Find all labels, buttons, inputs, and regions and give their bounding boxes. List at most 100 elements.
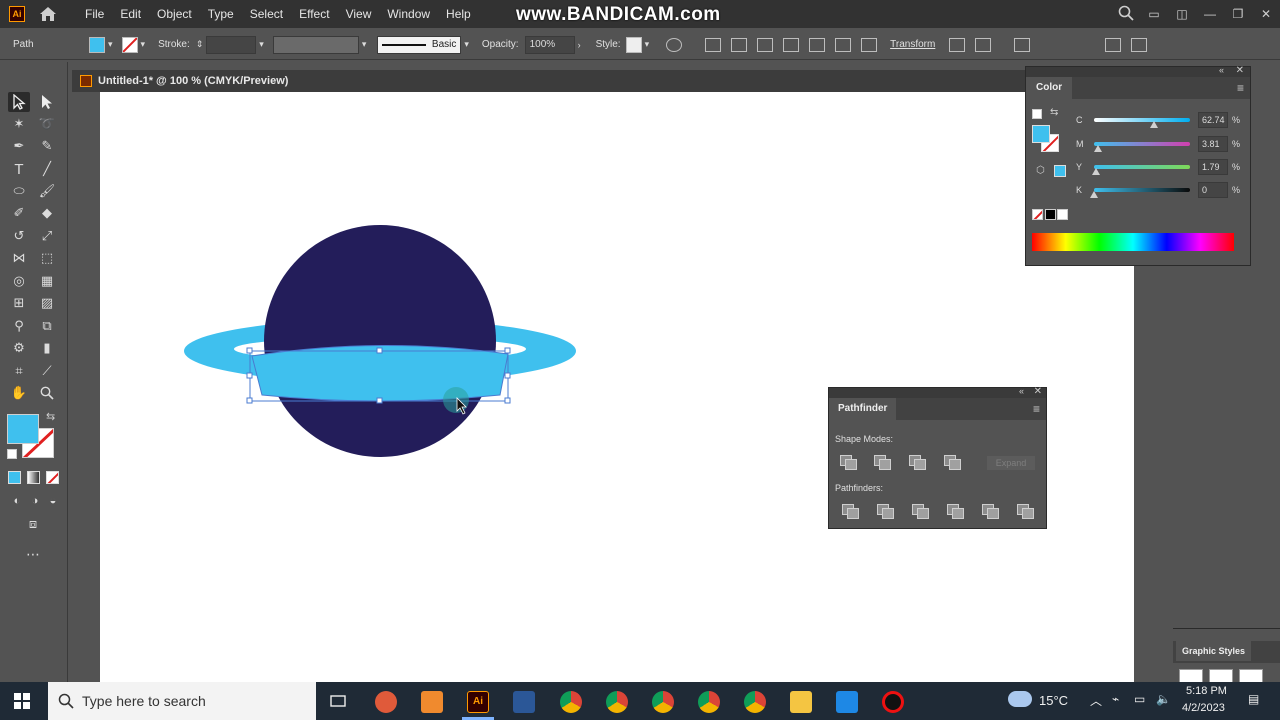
tab-graphic-styles[interactable]: Graphic Styles [1176, 641, 1252, 661]
weather-temp[interactable]: 15°C [1039, 693, 1068, 708]
workspace-icon[interactable]: ◫ [1168, 7, 1196, 21]
black-track[interactable] [1090, 188, 1190, 198]
windows-start-icon[interactable] [14, 693, 30, 712]
out-of-gamut-icon[interactable]: ⬡ [1036, 165, 1045, 176]
draw-inside-icon[interactable]: ◒ [42, 491, 64, 511]
chrome-icon[interactable] [744, 691, 766, 713]
volume-icon[interactable]: 🔈 [1156, 692, 1171, 706]
type-tool-icon[interactable]: T [8, 159, 30, 179]
stroke-weight-stepper[interactable]: ⇕ [196, 39, 204, 50]
home-icon[interactable] [37, 3, 59, 25]
menu-select[interactable]: Select [242, 0, 291, 28]
clock-time[interactable]: 5:18 PM [1186, 685, 1227, 697]
menu-type[interactable]: Type [200, 0, 242, 28]
chevron-down-icon[interactable]: ▾ [108, 39, 113, 50]
black-swatch[interactable] [1045, 209, 1056, 220]
graphic-style-thumb[interactable] [1179, 669, 1203, 683]
taskbar-search[interactable]: Type here to search [48, 682, 316, 720]
gamut-swatch[interactable] [1054, 165, 1066, 177]
color-spectrum[interactable] [1032, 233, 1234, 251]
zoom-tool-icon[interactable] [36, 383, 58, 403]
symbol-sprayer-icon[interactable]: ⚙ [8, 338, 30, 358]
transform-link[interactable]: Transform [890, 39, 935, 50]
align-left-icon[interactable] [731, 37, 748, 52]
selection-tool-icon[interactable] [8, 92, 30, 112]
collapse-icon[interactable]: « [1219, 65, 1224, 75]
eyedropper-icon[interactable]: ⚲ [8, 316, 30, 336]
document-tab[interactable]: Untitled-1* @ 100 % (CMYK/Preview) [72, 70, 1027, 92]
cyan-thumb[interactable] [1150, 121, 1159, 128]
tab-color[interactable]: Color [1026, 77, 1073, 99]
panel-menu-icon[interactable]: ≡ [1237, 81, 1244, 95]
menu-help[interactable]: Help [438, 0, 479, 28]
slider-cyan[interactable]: C 62.74 % [1076, 109, 1246, 131]
minus-front-icon[interactable] [874, 455, 891, 470]
fill-swatch[interactable] [89, 36, 105, 53]
chrome-icon[interactable] [606, 691, 628, 713]
shaper-tool-icon[interactable]: ✐ [8, 203, 30, 223]
network-icon[interactable]: ⌁ [1112, 692, 1119, 706]
bandicam-icon[interactable] [882, 691, 904, 713]
screen-mode-icon[interactable]: ⧈ [22, 514, 44, 534]
crop-icon[interactable] [947, 504, 964, 519]
gradient-tool-icon[interactable]: ▨ [36, 293, 58, 313]
none-swatch[interactable] [1032, 209, 1043, 220]
align-center-icon[interactable] [757, 37, 774, 52]
lasso-icon[interactable]: ➰ [36, 114, 58, 134]
chevron-down-icon[interactable]: ▾ [464, 39, 469, 50]
chevron-down-icon[interactable]: ▾ [645, 39, 650, 50]
isolate-icon[interactable] [949, 37, 966, 52]
unite-icon[interactable] [840, 455, 857, 470]
direct-selection-tool-icon[interactable] [36, 92, 58, 112]
white-swatch[interactable] [1057, 209, 1068, 220]
variable-width-profile[interactable] [272, 35, 359, 54]
menu-view[interactable]: View [338, 0, 380, 28]
scale-tool-icon[interactable]: ⤢ [36, 226, 58, 246]
rotate-tool-icon[interactable]: ↺ [8, 226, 30, 246]
chevron-down-icon[interactable]: ▾ [259, 39, 264, 50]
battery-icon[interactable]: ▭ [1134, 692, 1145, 706]
slider-magenta[interactable]: M 3.81 % [1076, 133, 1246, 155]
media-player-icon[interactable] [836, 691, 858, 713]
color-mode-icon[interactable] [8, 471, 21, 484]
brush-definition-select[interactable]: Basic [377, 35, 462, 54]
slider-black[interactable]: K 0 % [1076, 179, 1246, 201]
column-graph-icon[interactable]: ▮ [36, 338, 58, 358]
stroke-weight-field[interactable] [206, 35, 257, 54]
panel-drag-bar[interactable]: « ✕ [829, 386, 1046, 398]
blend-tool-icon[interactable]: ⧉ [36, 316, 58, 336]
hand-tool-icon[interactable]: ✋ [8, 383, 30, 403]
none-mode-icon[interactable] [46, 471, 59, 484]
paintbrush-icon[interactable]: 🖌 [36, 181, 58, 201]
eraser-icon[interactable]: ◆ [36, 203, 58, 223]
artboard-tool-icon[interactable]: ⌗ [8, 361, 30, 381]
panel-menu-icon[interactable]: ≡ [1033, 402, 1040, 416]
clock-date[interactable]: 4/2/2023 [1182, 702, 1225, 714]
magic-wand-icon[interactable]: ✶ [8, 114, 30, 134]
slice-tool-icon[interactable]: ⟋ [36, 361, 58, 381]
edit-toolbar-icon[interactable]: ⋯ [22, 544, 44, 564]
chevron-down-icon[interactable]: ▾ [141, 39, 146, 50]
perspective-grid-icon[interactable]: ▦ [36, 271, 58, 291]
magenta-thumb[interactable] [1093, 145, 1102, 152]
tray-chevron-icon[interactable]: ︿ [1090, 692, 1102, 709]
ellipse-tool-icon[interactable]: ⬭ [8, 181, 30, 201]
align-right-icon[interactable] [783, 37, 800, 52]
pen-tool-icon[interactable]: ✒ [8, 136, 30, 156]
expand-button[interactable]: Expand [987, 456, 1035, 470]
yellow-value[interactable]: 1.79 [1198, 159, 1228, 175]
menu-edit[interactable]: Edit [112, 0, 149, 28]
menu-window[interactable]: Window [379, 0, 438, 28]
slider-yellow[interactable]: Y 1.79 % [1076, 156, 1246, 178]
close-icon[interactable]: ✕ [1252, 7, 1280, 21]
stroke-swatch[interactable] [121, 36, 138, 53]
gradient-mode-icon[interactable] [27, 471, 40, 484]
chrome-icon[interactable] [560, 691, 582, 713]
menu-file[interactable]: File [77, 0, 112, 28]
graphic-style-thumb[interactable] [1239, 669, 1263, 683]
chrome-icon[interactable] [652, 691, 674, 713]
arrange-icon[interactable] [975, 37, 992, 52]
task-view-icon[interactable] [328, 691, 350, 713]
align-middle-icon[interactable] [835, 37, 852, 52]
chevron-down-icon[interactable]: ▾ [362, 39, 367, 50]
